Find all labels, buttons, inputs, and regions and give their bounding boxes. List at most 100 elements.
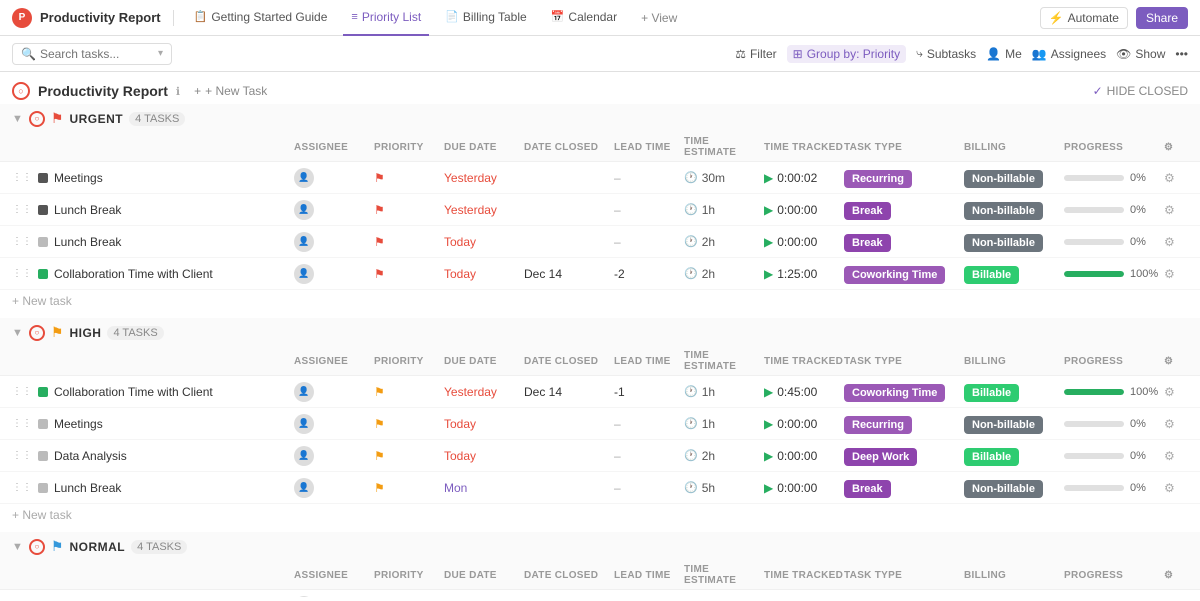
subtasks-button[interactable]: ⤷ Subtasks xyxy=(916,46,976,61)
lead-time-cell: – xyxy=(614,171,684,185)
row-settings-icon[interactable]: ⚙ xyxy=(1164,481,1175,495)
task-name-cell: ⋮⋮ Collaboration Time with Client xyxy=(12,385,294,399)
drag-handle-icon[interactable]: ⋮⋮ xyxy=(12,482,32,493)
task-row[interactable]: ⋮⋮ Meetings 👤 ⚑ Today – 🕐 1h xyxy=(0,408,1200,440)
section-label-high: HIGH xyxy=(69,326,101,340)
search-input[interactable] xyxy=(40,47,154,61)
due-date-value: Yesterday xyxy=(444,385,497,399)
task-status-dot xyxy=(38,451,48,461)
automate-icon: ⚡ xyxy=(1049,11,1064,25)
assignee-avatar: 👤 xyxy=(294,200,314,220)
due-date-value: Yesterday xyxy=(444,203,497,217)
col-billing: BILLING xyxy=(964,356,1064,367)
task-name-cell: ⋮⋮ Lunch Break xyxy=(12,235,294,249)
show-label: Show xyxy=(1135,47,1165,61)
add-view-button[interactable]: + View xyxy=(633,11,685,25)
drag-handle-icon[interactable]: ⋮⋮ xyxy=(12,172,32,183)
row-settings-icon[interactable]: ⚙ xyxy=(1164,449,1175,463)
lead-time-cell: -2 xyxy=(614,267,684,281)
row-settings-icon[interactable]: ⚙ xyxy=(1164,417,1175,431)
section-count-urgent: 4 TASKS xyxy=(129,112,185,126)
col-headers-urgent: ASSIGNEE PRIORITY DUE DATE DATE CLOSED L… xyxy=(0,133,1200,162)
task-row[interactable]: ⋮⋮ Collaboration Time with Client 👤 ⚑ To… xyxy=(0,258,1200,290)
due-date-cell: Yesterday xyxy=(444,203,524,217)
hide-closed-button[interactable]: ✓ HIDE CLOSED xyxy=(1093,84,1188,98)
progress-text: 0% xyxy=(1130,204,1146,216)
col-priority: PRIORITY xyxy=(374,356,444,367)
task-status-dot xyxy=(38,483,48,493)
task-row[interactable]: ⋮⋮ Lunch Break 👤 ⚑ Mon – 🕐 5h xyxy=(0,472,1200,504)
task-status-dot xyxy=(38,237,48,247)
drag-handle-icon[interactable]: ⋮⋮ xyxy=(12,386,32,397)
tab-billing-label: Billing Table xyxy=(463,10,527,24)
task-row[interactable]: ⋮⋮ Data Analysis 👤 ⚑ Yesterday Dec 14 -1… xyxy=(0,590,1200,597)
info-icon[interactable]: ℹ xyxy=(176,85,180,98)
show-button[interactable]: 👁 Show xyxy=(1116,47,1165,61)
time-estimate-cell: 🕐 2h xyxy=(684,235,764,249)
lead-time-cell: – xyxy=(614,417,684,431)
assignees-label: Assignees xyxy=(1051,47,1106,61)
task-row[interactable]: ⋮⋮ Lunch Break 👤 ⚑ Yesterday – 🕐 1h xyxy=(0,194,1200,226)
tab-getting-started[interactable]: 📋 Getting Started Guide xyxy=(186,0,336,36)
share-button[interactable]: Share xyxy=(1136,7,1188,29)
progress-bar-bg xyxy=(1064,175,1124,181)
new-task-link-urgent[interactable]: + New task xyxy=(12,294,72,308)
new-task-button[interactable]: + + New Task xyxy=(188,82,273,100)
row-settings-icon[interactable]: ⚙ xyxy=(1164,235,1175,249)
section-expand-urgent[interactable]: ▼ xyxy=(12,113,23,125)
show-icon: 👁 xyxy=(1116,47,1131,61)
lead-time-cell: – xyxy=(614,449,684,463)
progress-cell: 0% xyxy=(1064,236,1164,248)
progress-text: 0% xyxy=(1130,172,1146,184)
task-type-cell: Break xyxy=(844,235,964,249)
col-date-closed: DATE CLOSED xyxy=(524,356,614,367)
row-settings-icon[interactable]: ⚙ xyxy=(1164,385,1175,399)
group-by-button[interactable]: ⊞ Group by: Priority xyxy=(787,45,906,63)
tab-billing-table[interactable]: 📄 Billing Table xyxy=(437,0,535,36)
task-row[interactable]: ⋮⋮ Collaboration Time with Client 👤 ⚑ Ye… xyxy=(0,376,1200,408)
drag-handle-icon[interactable]: ⋮⋮ xyxy=(12,450,32,461)
row-settings-icon[interactable]: ⚙ xyxy=(1164,203,1175,217)
due-date-value: Today xyxy=(444,267,476,281)
task-row[interactable]: ⋮⋮ Meetings 👤 ⚑ Yesterday – 🕐 30m xyxy=(0,162,1200,194)
progress-cell: 0% xyxy=(1064,450,1164,462)
due-date-cell: Today xyxy=(444,267,524,281)
date-closed-value: Dec 14 xyxy=(524,267,562,281)
assignee-avatar: 👤 xyxy=(294,382,314,402)
automate-label: Automate xyxy=(1068,11,1119,25)
task-type-badge: Coworking Time xyxy=(844,266,945,284)
task-name-text: Collaboration Time with Client xyxy=(54,385,213,399)
drag-handle-icon[interactable]: ⋮⋮ xyxy=(12,204,32,215)
row-settings-cell: ⚙ xyxy=(1164,385,1188,399)
section-expand-high[interactable]: ▼ xyxy=(12,327,23,339)
task-row[interactable]: ⋮⋮ Data Analysis 👤 ⚑ Today – 🕐 2h xyxy=(0,440,1200,472)
priority-flag-icon: ⚑ xyxy=(374,417,385,431)
progress-bar-bg xyxy=(1064,271,1124,277)
tab-getting-started-icon: 📋 xyxy=(194,10,208,23)
new-task-link-high[interactable]: + New task xyxy=(12,508,72,522)
drag-handle-icon[interactable]: ⋮⋮ xyxy=(12,236,32,247)
progress-text: 0% xyxy=(1130,482,1146,494)
tab-calendar[interactable]: 📅 Calendar xyxy=(543,0,625,36)
add-view-label: + View xyxy=(641,11,677,25)
assignee-cell: 👤 xyxy=(294,478,374,498)
task-row[interactable]: ⋮⋮ Lunch Break 👤 ⚑ Today – 🕐 2h xyxy=(0,226,1200,258)
progress-bar-bg xyxy=(1064,239,1124,245)
section-expand-normal[interactable]: ▼ xyxy=(12,541,23,553)
due-date-cell: Yesterday xyxy=(444,171,524,185)
search-box[interactable]: 🔍 ▾ xyxy=(12,43,172,65)
task-name-cell: ⋮⋮ Lunch Break xyxy=(12,203,294,217)
assignees-button[interactable]: 👥 Assignees xyxy=(1032,47,1106,61)
filter-button[interactable]: ⚖ Filter xyxy=(735,47,776,61)
col-settings: ⚙ xyxy=(1164,570,1188,581)
row-settings-icon[interactable]: ⚙ xyxy=(1164,267,1175,281)
more-button[interactable]: ••• xyxy=(1175,47,1188,61)
group-by-label: Group by: Priority xyxy=(807,47,900,61)
drag-handle-icon[interactable]: ⋮⋮ xyxy=(12,418,32,429)
automate-button[interactable]: ⚡ Automate xyxy=(1040,7,1128,29)
drag-handle-icon[interactable]: ⋮⋮ xyxy=(12,268,32,279)
task-status-dot xyxy=(38,419,48,429)
me-button[interactable]: 👤 Me xyxy=(986,47,1022,61)
row-settings-icon[interactable]: ⚙ xyxy=(1164,171,1175,185)
tab-priority-list[interactable]: ≡ Priority List xyxy=(343,0,429,36)
